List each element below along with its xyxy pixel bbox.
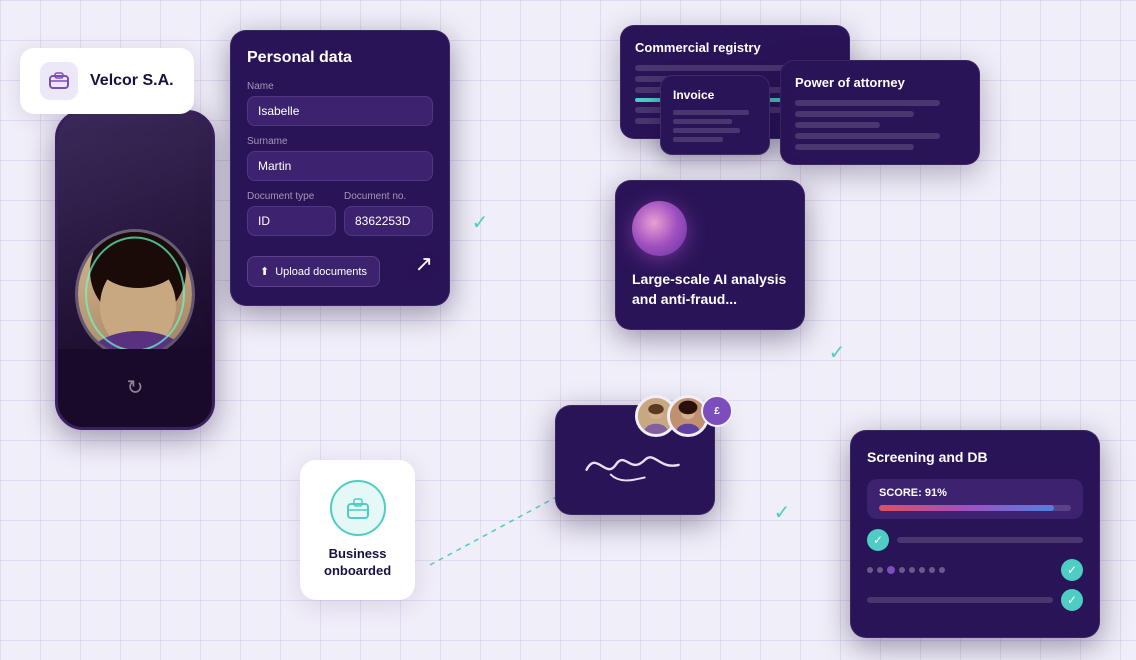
invoice-line-2 [673, 119, 732, 124]
business-onboarded-card: Businessonboarded [300, 460, 415, 600]
checkmark-1: ✓ [468, 210, 492, 234]
personal-data-card: Personal data Name Isabelle Surname Mart… [230, 30, 450, 306]
check-icon-2: ✓ [829, 340, 846, 365]
phone-bottom: ↻ [58, 349, 212, 428]
poa-line-3 [795, 122, 880, 128]
check-line-3 [867, 597, 1053, 603]
phone-face [58, 113, 212, 349]
power-of-attorney-card: Power of attorney [780, 60, 980, 165]
dot-2 [877, 567, 883, 573]
invoice-card: Invoice [660, 75, 770, 155]
poa-line-5 [795, 144, 914, 150]
velcor-name: Velcor S.A. [90, 72, 174, 90]
phone-mockup: ↻ [55, 110, 215, 430]
invoice-title: Invoice [673, 88, 757, 102]
business-icon [330, 480, 386, 536]
comm-line-1 [635, 65, 795, 71]
refresh-icon: ↻ [127, 375, 144, 400]
upload-icon: ⬆ [260, 265, 269, 278]
score-label: SCORE: 91% [879, 487, 1071, 499]
doc-no-col: Document no. 8362253D [344, 191, 433, 246]
upload-documents-button[interactable]: ⬆ Upload documents [247, 256, 380, 287]
check-line-1 [897, 537, 1083, 543]
power-of-attorney-title: Power of attorney [795, 75, 965, 90]
business-title: Businessonboarded [324, 546, 391, 580]
screening-check-row-2: ✓ [867, 559, 1083, 581]
dots-row [867, 562, 945, 578]
ai-orb [632, 201, 687, 256]
checkmark-3: ✓ [770, 500, 794, 524]
screening-check-row-3: ✓ [867, 589, 1083, 611]
commercial-registry-title: Commercial registry [635, 40, 835, 55]
score-row: SCORE: 91% [867, 479, 1083, 519]
ai-analysis-card: Large-scale AI analysis and anti-fraud..… [615, 180, 805, 330]
doc-row: Document type ID Document no. 8362253D [247, 191, 433, 246]
dot-4 [909, 567, 915, 573]
doc-no-input[interactable]: 8362253D [344, 206, 433, 236]
checkmark-2: ✓ [825, 340, 849, 364]
name-label: Name [247, 81, 433, 92]
check-icon-1: ✓ [472, 210, 489, 235]
invoice-line-1 [673, 110, 749, 115]
doc-type-col: Document type ID [247, 191, 336, 246]
velcor-icon [40, 62, 78, 100]
dot-5 [919, 567, 925, 573]
velcor-card: Velcor S.A. [20, 48, 194, 114]
check-circle-3: ✓ [1061, 589, 1083, 611]
signature-svg [572, 431, 698, 489]
dot-3 [899, 567, 905, 573]
name-input[interactable]: Isabelle [247, 96, 433, 126]
screening-card: Screening and DB SCORE: 91% ✓ ✓ ✓ [850, 430, 1100, 638]
doc-no-label: Document no. [344, 191, 433, 202]
poa-line-1 [795, 100, 940, 106]
upload-label: Upload documents [275, 266, 367, 278]
screening-check-row-1: ✓ [867, 529, 1083, 551]
poa-line-4 [795, 133, 940, 139]
personal-data-title: Personal data [247, 49, 433, 67]
check-circle-2: ✓ [1061, 559, 1083, 581]
poa-lines [795, 100, 965, 150]
screening-title: Screening and DB [867, 449, 1083, 465]
check-icon-3: ✓ [774, 500, 791, 525]
invoice-line-4 [673, 137, 723, 142]
avatars-group: £ [635, 395, 733, 437]
cursor-icon: ↗ [415, 251, 433, 277]
score-bar [879, 505, 1071, 511]
score-fill [879, 505, 1054, 511]
dot-active [887, 566, 895, 574]
dot-7 [939, 567, 945, 573]
dot-6 [929, 567, 935, 573]
doc-type-label: Document type [247, 191, 336, 202]
dot-1 [867, 567, 873, 573]
face-image [78, 232, 192, 349]
invoice-lines [673, 110, 757, 142]
check-circle-1: ✓ [867, 529, 889, 551]
face-oval-outline [85, 236, 185, 349]
surname-input[interactable]: Martin [247, 151, 433, 181]
surname-label: Surname [247, 136, 433, 147]
invoice-line-3 [673, 128, 740, 133]
avatar-badge: £ [701, 395, 733, 427]
poa-line-2 [795, 111, 914, 117]
face-circle [75, 229, 195, 349]
ai-analysis-text: Large-scale AI analysis and anti-fraud..… [632, 270, 788, 309]
doc-type-input[interactable]: ID [247, 206, 336, 236]
